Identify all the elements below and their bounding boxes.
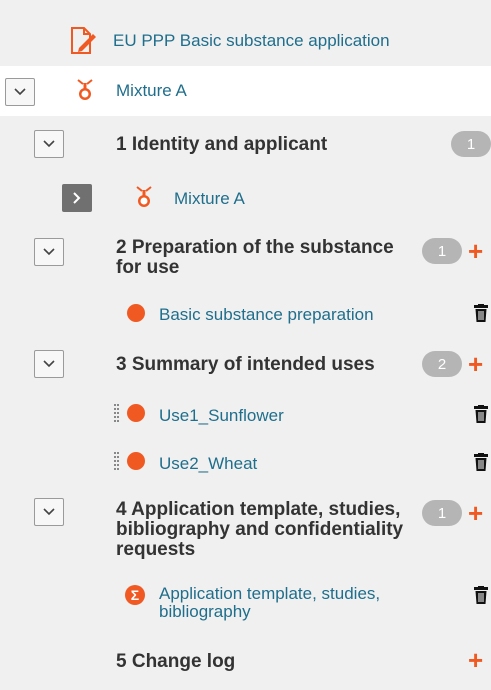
section-2-child-link[interactable]: Basic substance preparation xyxy=(159,305,374,325)
section-4-title-line: 4 Application template, studies, xyxy=(116,499,401,520)
section-4-title[interactable]: 4 Application template, studies, bibliog… xyxy=(116,500,403,560)
section-2-add-button[interactable]: + xyxy=(468,238,483,264)
section-2-count-badge: 1 xyxy=(422,238,462,264)
application-title-link[interactable]: EU PPP Basic substance application xyxy=(113,31,390,51)
section-1-count-badge: 1 xyxy=(451,131,491,157)
sigma-dataset-icon: Σ xyxy=(125,585,145,605)
section-1-expand-button[interactable] xyxy=(62,184,92,212)
use-item-link[interactable]: Use1_Sunflower xyxy=(159,406,284,426)
section-4-add-button[interactable]: + xyxy=(468,500,483,526)
trash-icon[interactable] xyxy=(474,453,488,471)
section-1-collapse-button[interactable] xyxy=(34,130,64,158)
section-1-child-link[interactable]: Mixture A xyxy=(174,189,245,209)
drag-handle-icon[interactable] xyxy=(114,452,119,470)
section-4-title-line: bibliography and confidentiality xyxy=(116,519,404,540)
section-3-add-button[interactable]: + xyxy=(468,351,483,377)
document-edit-icon xyxy=(68,26,98,56)
section-4-title-line: requests xyxy=(116,539,196,560)
status-dot xyxy=(127,404,145,422)
chevron-down-icon xyxy=(43,140,55,148)
section-3-count-badge: 2 xyxy=(422,351,462,377)
root-collapse-button[interactable] xyxy=(5,78,35,106)
section-3-title[interactable]: 3 Summary of intended uses xyxy=(116,355,375,375)
section-2-title[interactable]: 2 Preparation of the substance for use xyxy=(116,238,394,278)
chevron-down-icon xyxy=(43,248,55,256)
trash-icon[interactable] xyxy=(474,304,488,322)
section-1-title[interactable]: 1 Identity and applicant xyxy=(116,135,327,155)
trash-icon[interactable] xyxy=(474,405,488,423)
section-5-add-button[interactable]: + xyxy=(468,647,483,673)
drag-handle-icon[interactable] xyxy=(114,404,119,422)
section-2-title-line: 2 Preparation of the substance xyxy=(116,237,394,258)
chevron-down-icon xyxy=(43,508,55,516)
section-4-collapse-button[interactable] xyxy=(34,498,64,526)
status-dot xyxy=(127,304,145,322)
section-2-title-line: for use xyxy=(116,257,180,278)
mixture-flask-icon xyxy=(134,185,154,209)
section-5-title[interactable]: 5 Change log xyxy=(116,652,235,672)
section-4-child-line: Application template, studies, xyxy=(159,584,381,603)
section-4-child-line: bibliography xyxy=(159,602,251,621)
chevron-right-icon xyxy=(73,192,81,204)
use-item-link[interactable]: Use2_Wheat xyxy=(159,454,257,474)
section-2-collapse-button[interactable] xyxy=(34,238,64,266)
chevron-down-icon xyxy=(43,360,55,368)
chevron-down-icon xyxy=(14,88,26,96)
root-mixture-link[interactable]: Mixture A xyxy=(116,81,187,101)
section-3-collapse-button[interactable] xyxy=(34,350,64,378)
root-row[interactable] xyxy=(0,66,491,116)
section-4-child-link[interactable]: Application template, studies, bibliogra… xyxy=(159,585,380,621)
trash-icon[interactable] xyxy=(474,586,488,604)
section-4-count-badge: 1 xyxy=(422,500,462,526)
mixture-flask-icon xyxy=(75,78,95,102)
status-dot xyxy=(127,452,145,470)
